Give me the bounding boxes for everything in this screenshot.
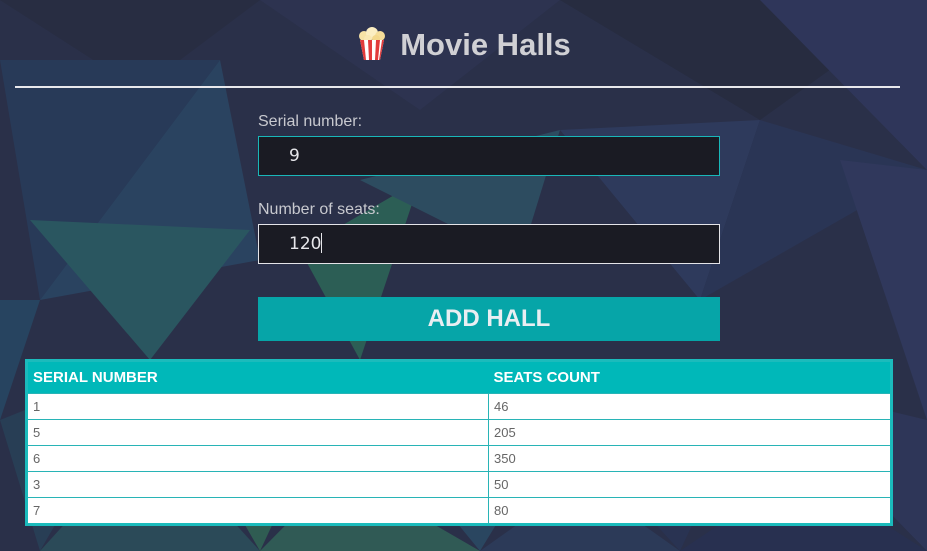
serial-number-label: Serial number: <box>258 113 363 130</box>
column-header-serial-number[interactable]: SERIAL NUMBER <box>26 360 489 394</box>
table-header-row: SERIAL NUMBER SEATS COUNT <box>26 360 892 394</box>
column-header-seats-count[interactable]: SEATS COUNT <box>488 360 892 394</box>
seats-count-cell: 80 <box>488 497 892 525</box>
text-cursor <box>321 233 323 253</box>
seats-count-cell: 350 <box>488 445 892 472</box>
add-hall-button[interactable]: ADD HALL <box>258 297 720 341</box>
table-row[interactable]: 6 350 <box>26 445 892 472</box>
table-row[interactable]: 3 50 <box>26 471 892 498</box>
serial-number-cell: 1 <box>26 393 489 420</box>
halls-table: SERIAL NUMBER SEATS COUNT 1 46 5 205 6 3… <box>25 359 893 526</box>
table-row[interactable]: 5 205 <box>26 419 892 446</box>
page-header: Movie Halls <box>0 0 927 88</box>
number-of-seats-value: 120 <box>289 234 322 254</box>
halls-table-container: SERIAL NUMBER SEATS COUNT 1 46 5 205 6 3… <box>25 359 893 526</box>
page-title: Movie Halls <box>0 26 927 70</box>
serial-number-cell: 3 <box>26 471 489 498</box>
page: Movie Halls Serial number: 9 Number of s… <box>0 0 927 551</box>
table-row[interactable]: 1 46 <box>26 393 892 420</box>
seats-count-cell: 205 <box>488 419 892 446</box>
table-body: 1 46 5 205 6 350 3 50 7 80 <box>26 393 892 525</box>
serial-number-value: 9 <box>289 146 300 166</box>
table-row[interactable]: 7 80 <box>26 497 892 525</box>
serial-number-input[interactable]: 9 <box>258 136 720 176</box>
number-of-seats-label: Number of seats: <box>258 201 380 218</box>
page-title-text: Movie Halls <box>400 27 571 62</box>
seats-count-cell: 46 <box>488 393 892 420</box>
header-divider <box>15 86 900 88</box>
seats-count-cell: 50 <box>488 471 892 498</box>
serial-number-cell: 5 <box>26 419 489 446</box>
popcorn-icon <box>356 27 388 70</box>
number-of-seats-input[interactable]: 120 <box>258 224 720 264</box>
serial-number-cell: 6 <box>26 445 489 472</box>
serial-number-cell: 7 <box>26 497 489 525</box>
table-header: SERIAL NUMBER SEATS COUNT <box>26 360 892 394</box>
